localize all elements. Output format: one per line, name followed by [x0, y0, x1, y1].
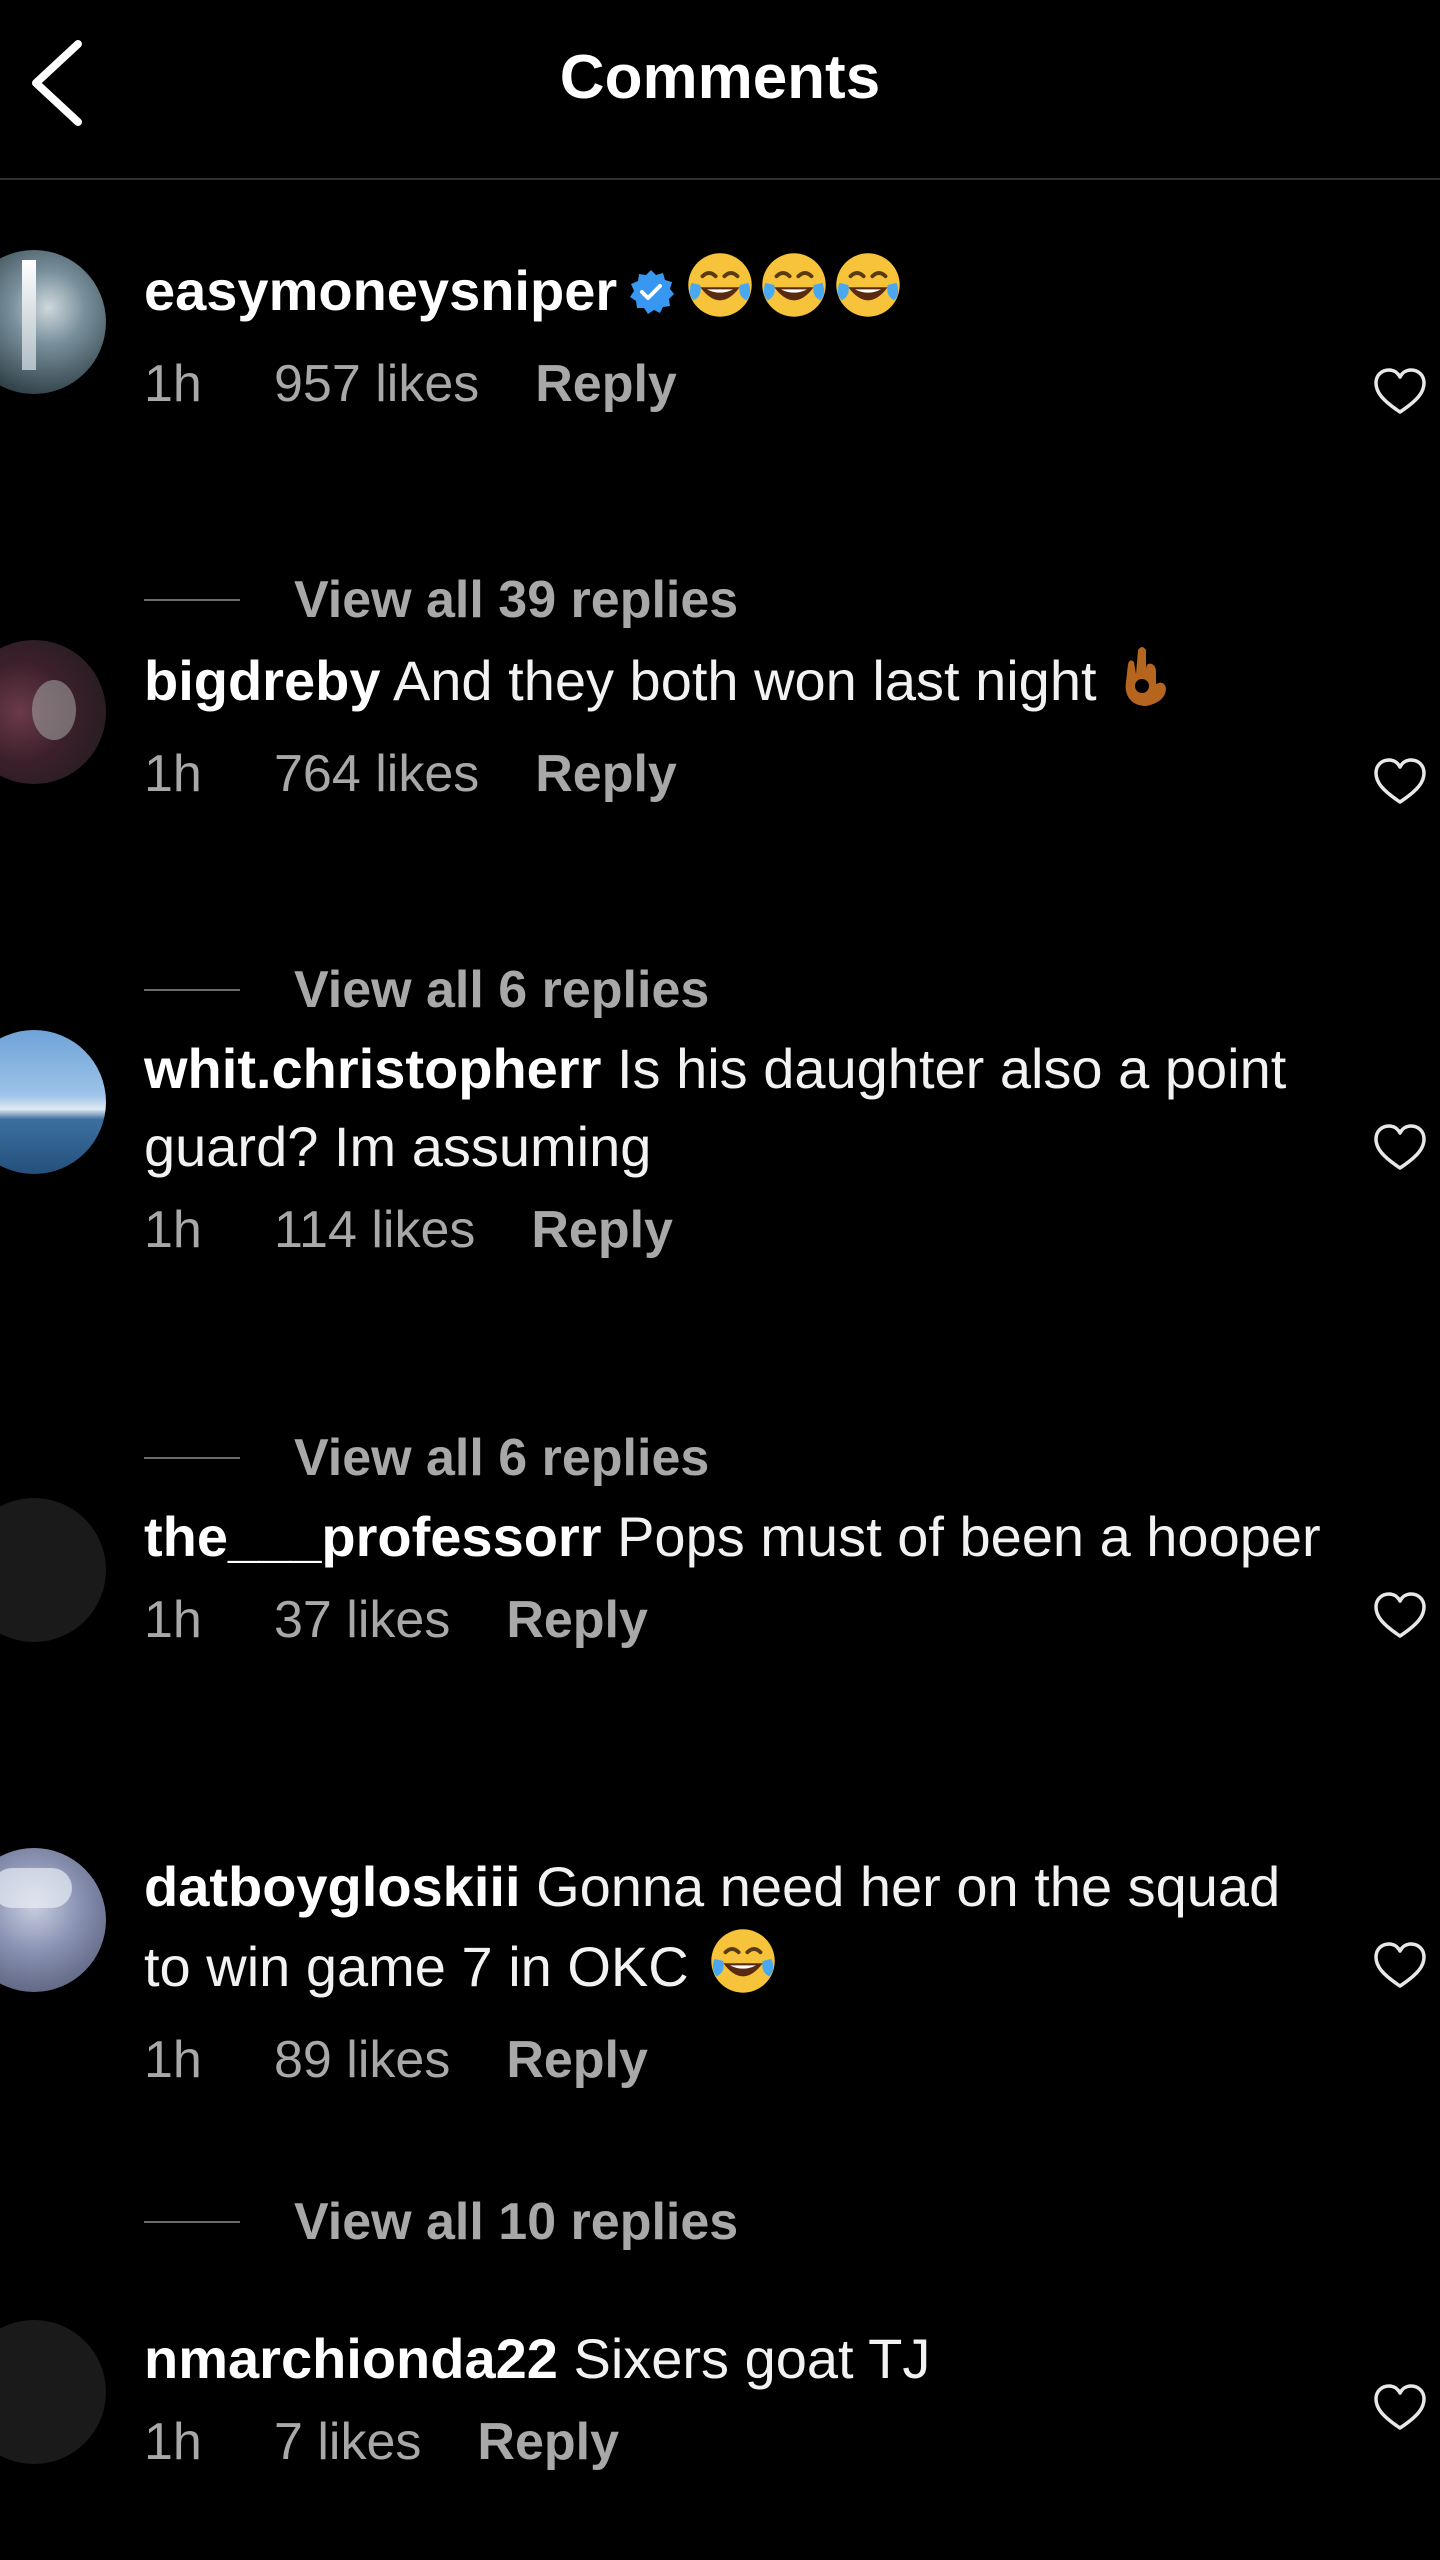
comment-time: 1h — [144, 1591, 202, 1649]
avatar[interactable] — [0, 250, 106, 394]
divider-line — [144, 599, 240, 601]
avatar[interactable] — [0, 2320, 106, 2464]
view-replies-label: View all 10 replies — [294, 2193, 739, 2251]
comment-username[interactable]: the___professorr — [144, 1505, 602, 1568]
like-count[interactable]: 957 likes — [274, 354, 479, 414]
avatar[interactable] — [0, 1030, 106, 1174]
like-count[interactable]: 764 likes — [274, 744, 479, 804]
reply-button[interactable]: Reply — [531, 1200, 673, 1260]
comment-username[interactable]: bigdreby — [144, 649, 380, 712]
ok-hand-emoji — [1116, 640, 1176, 730]
comment-text: And they both won last night — [392, 649, 1097, 712]
top-app-bar: Comments — [0, 0, 1440, 180]
face-with-tears-of-joy-emoji — [833, 250, 903, 340]
comment-text: Pops must of been a hooper — [617, 1505, 1321, 1568]
heart-outline-icon[interactable] — [1372, 754, 1428, 810]
heart-outline-icon[interactable] — [1372, 1588, 1428, 1644]
comment-time: 1h — [144, 2413, 202, 2471]
divider-line — [144, 1457, 240, 1459]
heart-outline-icon[interactable] — [1372, 2380, 1428, 2436]
comment-time: 1h — [144, 2031, 202, 2089]
reply-button[interactable]: Reply — [477, 2412, 619, 2472]
like-count[interactable]: 89 likes — [274, 2030, 450, 2090]
comment-text: Sixers goat TJ — [573, 2327, 931, 2390]
reply-button[interactable]: Reply — [506, 2030, 648, 2090]
divider-line — [144, 2221, 240, 2223]
page-title: Comments — [559, 43, 881, 112]
reply-button[interactable]: Reply — [535, 744, 677, 804]
face-with-tears-of-joy-emoji — [759, 250, 829, 340]
comment-username[interactable]: easymoneysniper — [144, 259, 617, 322]
comment-time: 1h — [144, 1201, 202, 1259]
view-replies-button[interactable]: View all 10 replies — [144, 2192, 738, 2252]
heart-outline-icon[interactable] — [1372, 1938, 1428, 1994]
face-with-tears-of-joy-emoji — [708, 1926, 778, 2016]
reply-button[interactable]: Reply — [535, 354, 677, 414]
view-replies-button[interactable]: View all 6 replies — [144, 960, 709, 1020]
heart-outline-icon[interactable] — [1372, 1120, 1428, 1176]
like-count[interactable]: 37 likes — [274, 1590, 450, 1650]
comment-username[interactable]: whit.christopherr — [144, 1037, 601, 1100]
comment-time: 1h — [144, 745, 202, 803]
reply-button[interactable]: Reply — [506, 1590, 648, 1650]
view-replies-button[interactable]: View all 6 replies — [144, 1428, 709, 1488]
view-replies-button[interactable]: View all 39 replies — [144, 570, 738, 630]
avatar[interactable] — [0, 640, 106, 784]
verified-badge-icon — [627, 258, 675, 336]
avatar[interactable] — [0, 1498, 106, 1642]
like-count[interactable]: 7 likes — [274, 2412, 421, 2472]
avatar[interactable] — [0, 1848, 106, 1992]
view-replies-label: View all 6 replies — [294, 1429, 710, 1487]
comment-time: 1h — [144, 355, 202, 413]
face-with-tears-of-joy-emoji — [685, 250, 755, 340]
view-replies-label: View all 6 replies — [294, 961, 710, 1019]
like-count[interactable]: 114 likes — [274, 1200, 475, 1260]
view-replies-label: View all 39 replies — [294, 571, 739, 629]
comment-username[interactable]: datboygloskiii — [144, 1855, 521, 1918]
heart-outline-icon[interactable] — [1372, 364, 1428, 420]
divider-line — [144, 989, 240, 991]
comment-username[interactable]: nmarchionda22 — [144, 2327, 558, 2390]
